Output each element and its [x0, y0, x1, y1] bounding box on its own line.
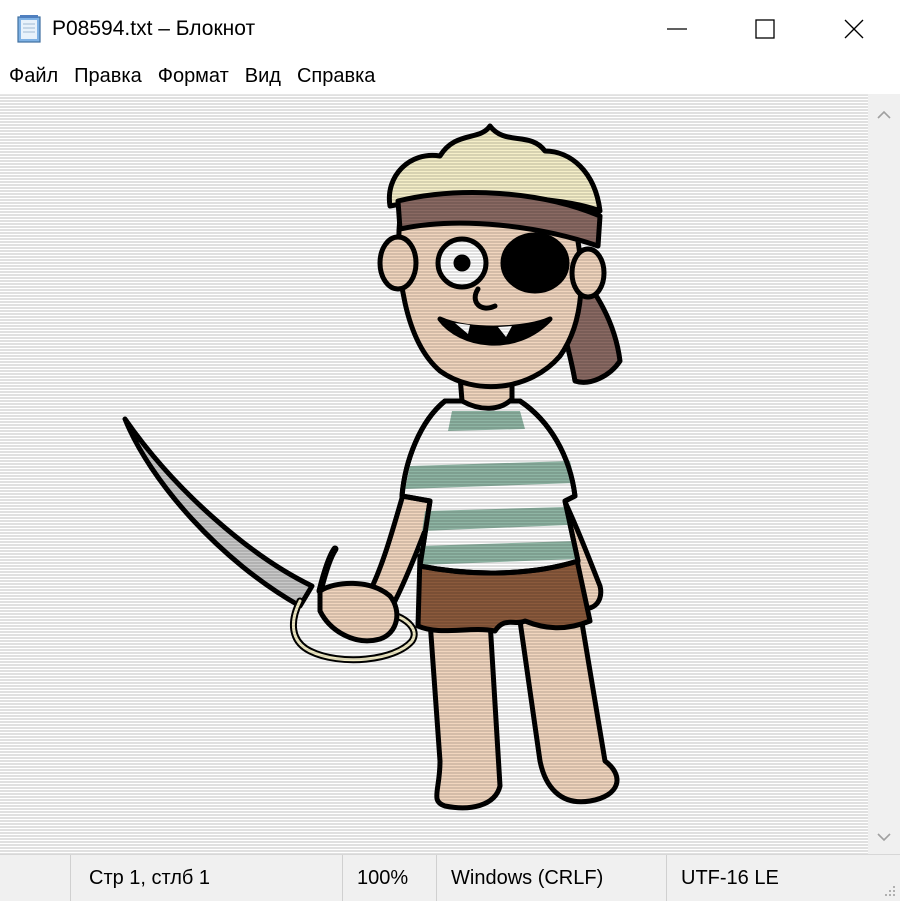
menu-format[interactable]: Формат	[150, 64, 237, 88]
minimize-button[interactable]	[631, 0, 723, 58]
close-icon	[844, 19, 864, 39]
pirate-ascii-art	[0, 95, 868, 855]
scroll-down-button[interactable]	[868, 822, 900, 852]
menu-view[interactable]: Вид	[237, 64, 289, 88]
chevron-down-icon	[877, 833, 891, 842]
maximize-icon	[755, 19, 775, 39]
menu-help[interactable]: Справка	[289, 64, 383, 88]
close-button[interactable]	[808, 0, 900, 58]
encoding: UTF-16 LE	[666, 855, 866, 901]
chevron-up-icon	[877, 110, 891, 119]
status-bar: Стр 1, стлб 1 100% Windows (CRLF) UTF-16…	[0, 854, 900, 901]
title-bar: P08594.txt – Блокнот	[0, 0, 900, 58]
vertical-scrollbar[interactable]	[868, 94, 900, 854]
menu-bar: Файл Правка Формат Вид Справка	[0, 58, 900, 94]
resize-grip-icon[interactable]	[882, 883, 896, 897]
zoom-level: 100%	[342, 855, 436, 901]
maximize-button[interactable]	[719, 0, 811, 58]
line-ending: Windows (CRLF)	[436, 855, 666, 901]
menu-file[interactable]: Файл	[1, 64, 66, 88]
scroll-up-button[interactable]	[868, 100, 900, 130]
text-editor-area[interactable]	[0, 94, 868, 855]
notepad-icon	[14, 14, 44, 44]
menu-edit[interactable]: Правка	[66, 64, 150, 88]
cursor-position: Стр 1, стлб 1	[70, 855, 342, 901]
window-title: P08594.txt – Блокнот	[52, 17, 256, 40]
minimize-icon	[667, 28, 687, 30]
